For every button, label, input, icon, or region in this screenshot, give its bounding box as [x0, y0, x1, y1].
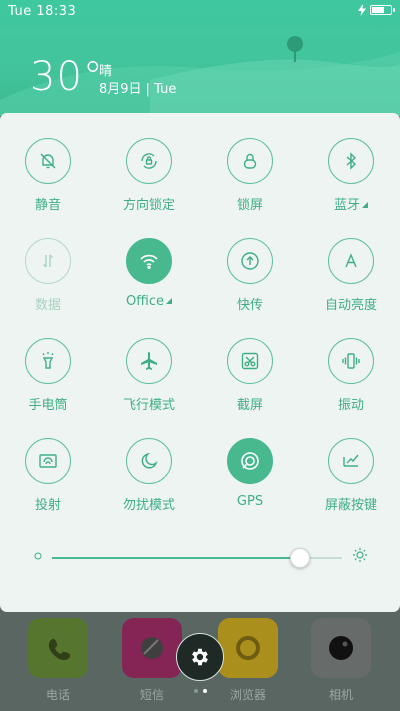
dock-app-camera[interactable] [311, 618, 371, 678]
toggle-label: 振动 [337, 398, 364, 413]
flashlight-icon [25, 338, 71, 384]
toggle-airplane-mode[interactable]: 飞行模式 [99, 338, 199, 438]
toggle-label: 勿扰模式 [122, 498, 175, 513]
brightness-fill [52, 557, 299, 559]
dock-label: 短信 [139, 688, 164, 702]
temperature: 30° [30, 54, 104, 100]
toggle-label: Office [99, 294, 199, 309]
block-keys-icon [328, 438, 374, 484]
toggle-cast[interactable]: 投射 [0, 438, 98, 538]
toggle-label: 方向锁定 [122, 198, 175, 213]
brightness-thumb[interactable] [289, 548, 310, 568]
toggle-bluetooth[interactable]: 蓝牙 [301, 138, 400, 238]
toggle-label: 投射 [34, 498, 61, 513]
browser-icon [236, 636, 260, 660]
cast-icon [25, 438, 71, 484]
page-indicator [194, 689, 207, 693]
brightness-low-icon [34, 552, 42, 560]
moon-icon [126, 438, 172, 484]
toggle-lock-screen[interactable]: 锁屏 [200, 138, 300, 238]
toggle-flashlight[interactable]: 手电筒 [0, 338, 98, 438]
toggle-rotation-lock[interactable]: 方向锁定 [99, 138, 199, 238]
dropdown-indicator-icon [362, 202, 368, 208]
date-label: 8月9日 | Tue [99, 82, 177, 97]
vibrate-icon [328, 338, 374, 384]
quick-transfer-icon [227, 238, 273, 284]
battery-icon [370, 5, 395, 15]
gps-icon [227, 438, 273, 484]
airplane-icon [126, 338, 172, 384]
weather-condition: 晴 [99, 64, 113, 79]
settings-button[interactable] [176, 633, 224, 681]
dock-app-phone[interactable] [28, 618, 88, 678]
gear-icon [192, 648, 208, 666]
toggle-do-not-disturb[interactable]: 勿扰模式 [99, 438, 199, 538]
status-time: Tue 18:33 [8, 4, 77, 19]
toggle-label: 手电筒 [28, 398, 68, 413]
status-bar: Tue 18:33 [0, 0, 400, 22]
page-dot [194, 689, 198, 693]
dock-app-messages[interactable] [122, 618, 182, 678]
toggle-silent[interactable]: 静音 [0, 138, 98, 238]
toggle-label: 快传 [236, 298, 263, 313]
dock-label: 电话 [45, 688, 70, 702]
dropdown-indicator-icon [165, 298, 172, 304]
toggle-mobile-data[interactable]: 数据 [0, 238, 98, 338]
toggle-label: GPS [236, 494, 264, 509]
toggle-label: 自动亮度 [324, 298, 377, 313]
data-arrows-icon [25, 238, 71, 284]
toggle-wifi[interactable]: Office [99, 238, 199, 338]
toggle-block-keys[interactable]: 屏蔽按键 [301, 438, 400, 538]
toggle-label: 数据 [34, 298, 61, 313]
toggle-label: 屏蔽按键 [324, 498, 377, 513]
toggle-quick-transfer[interactable]: 快传 [200, 238, 300, 338]
dock-app-browser[interactable] [218, 618, 278, 678]
message-icon [141, 637, 163, 659]
camera-icon [329, 636, 353, 660]
brightness-slider[interactable] [34, 545, 368, 569]
toggle-screenshot[interactable]: 截屏 [200, 338, 300, 438]
charging-icon [358, 4, 366, 16]
toggle-label: 静音 [34, 198, 61, 213]
dock-label: 相机 [328, 688, 353, 702]
wifi-icon [126, 238, 172, 284]
toggle-label: 截屏 [236, 398, 263, 413]
auto-brightness-icon [328, 238, 374, 284]
brightness-high-icon [353, 548, 367, 562]
bell-off-icon [25, 138, 71, 184]
toggle-gps[interactable]: GPS [200, 438, 300, 538]
lock-icon [227, 138, 273, 184]
toggle-vibrate[interactable]: 振动 [301, 338, 400, 438]
phone-icon [48, 638, 71, 661]
toggle-label: 飞行模式 [122, 398, 175, 413]
quick-settings-panel: 静音 方向锁定 锁屏 蓝牙 数据 Office 快传 自动亮度 手电筒 飞行模式… [0, 113, 400, 612]
bluetooth-icon [328, 138, 374, 184]
toggle-auto-brightness[interactable]: 自动亮度 [301, 238, 400, 338]
weather-header: Tue 18:33 30° 晴 8月9日 | Tue [0, 0, 400, 116]
dock-label: 浏览器 [229, 688, 266, 702]
status-icons [358, 4, 395, 16]
toggle-label: 锁屏 [236, 198, 263, 213]
toggle-label: 蓝牙 [301, 194, 400, 213]
page-dot-active [203, 689, 207, 693]
screenshot-scissors-icon [227, 338, 273, 384]
rotation-lock-icon [126, 138, 172, 184]
